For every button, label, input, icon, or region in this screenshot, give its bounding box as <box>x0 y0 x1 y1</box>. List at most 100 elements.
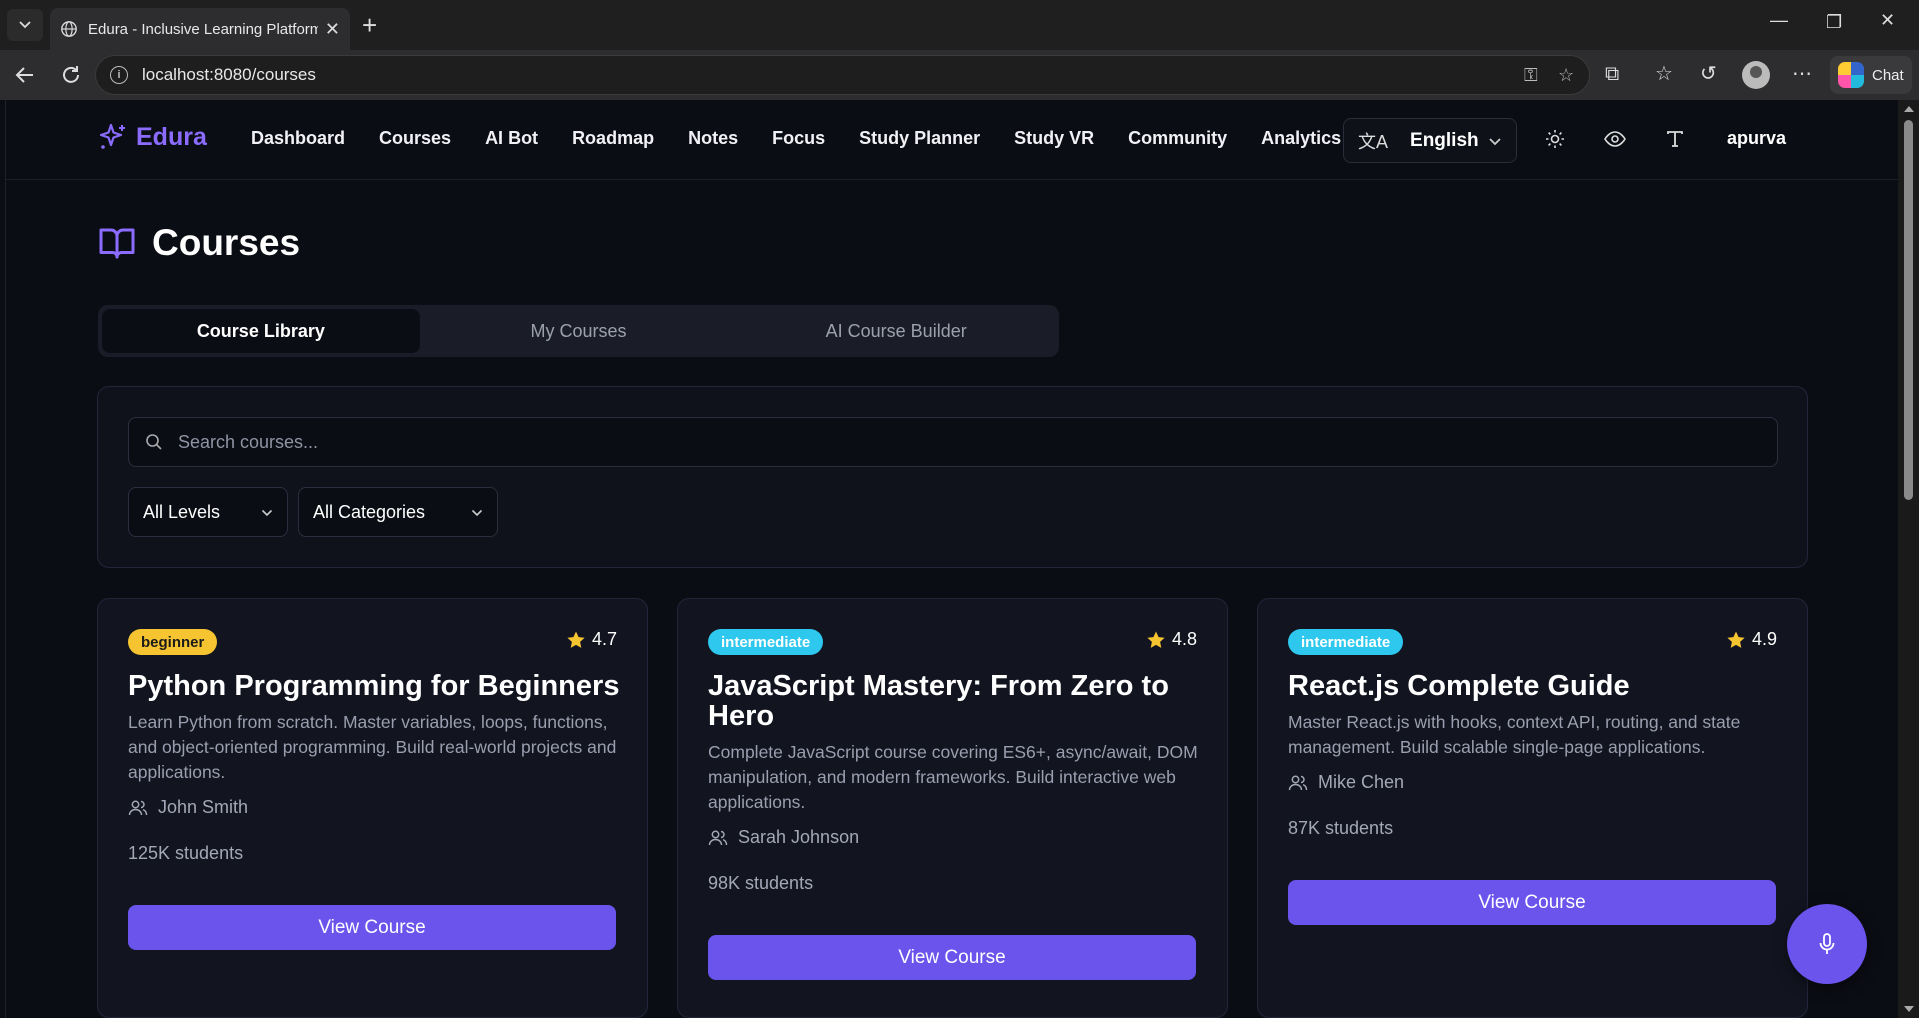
course-title: React.js Complete Guide <box>1288 670 1630 702</box>
scroll-up-arrow-icon[interactable] <box>1904 106 1914 112</box>
chevron-down-icon <box>261 505 273 520</box>
level-filter-select[interactable]: All Levels <box>128 487 288 537</box>
nav-courses[interactable]: Courses <box>379 128 451 149</box>
language-label: English <box>1410 129 1479 151</box>
favorites-icon[interactable]: ☆ <box>1655 62 1673 86</box>
globe-icon <box>61 21 77 37</box>
view-course-button[interactable]: View Course <box>708 935 1196 980</box>
copilot-icon <box>1838 62 1864 88</box>
level-badge: intermediate <box>1288 629 1404 655</box>
tab-title: Edura - Inclusive Learning Platform <box>88 20 318 38</box>
logo[interactable]: Edura <box>98 122 207 152</box>
nav-notes[interactable]: Notes <box>688 128 738 149</box>
student-count: 98K students <box>708 873 814 893</box>
course-instructor: John Smith <box>128 797 248 818</box>
users-icon <box>1288 775 1308 790</box>
scroll-down-arrow-icon[interactable] <box>1904 1006 1914 1012</box>
book-open-icon <box>99 228 135 259</box>
search-input[interactable] <box>178 431 1678 453</box>
search-box[interactable] <box>128 417 1778 467</box>
star-icon <box>1727 631 1745 648</box>
course-rating: 4.9 <box>1726 629 1777 650</box>
category-filter-select[interactable]: All Categories <box>298 487 498 537</box>
scrollbar-thumb[interactable] <box>1904 120 1913 500</box>
user-menu[interactable]: apurva <box>1727 128 1786 149</box>
course-rating: 4.8 <box>1146 629 1197 650</box>
instructor-name: John Smith <box>158 797 249 817</box>
student-count: 125K students <box>128 843 244 863</box>
star-icon <box>567 631 585 648</box>
tab-actions-chevron-down-icon[interactable] <box>7 9 43 41</box>
level-badge: intermediate <box>708 629 824 655</box>
nav-focus[interactable]: Focus <box>772 128 825 149</box>
users-icon <box>128 800 148 815</box>
copilot-chat-button[interactable]: Chat <box>1830 56 1912 94</box>
type-icon[interactable] <box>1662 126 1688 152</box>
instructor-name: Mike Chen <box>1318 772 1405 792</box>
view-course-button[interactable]: View Course <box>128 905 616 950</box>
sparkles-icon <box>99 123 125 149</box>
rating-value: 4.9 <box>1751 629 1777 649</box>
course-title: Python Programming for Beginners <box>128 670 620 702</box>
course-card: beginner 4.7 Python Programming for Begi… <box>97 598 648 1018</box>
filter-panel: All Levels All Categories <box>97 386 1808 568</box>
course-rating: 4.7 <box>566 629 617 650</box>
eye-icon[interactable] <box>1602 126 1628 152</box>
course-instructor: Sarah Johnson <box>708 827 859 848</box>
sun-icon[interactable] <box>1542 126 1568 152</box>
course-title: JavaScript Mastery: From Zero to Hero <box>708 670 1169 732</box>
rating-value: 4.7 <box>591 629 617 649</box>
level-badge: beginner <box>128 629 218 655</box>
nav-study-planner[interactable]: Study Planner <box>859 128 980 149</box>
star-outline-icon[interactable]: ☆ <box>1558 65 1574 86</box>
category-filter-value: All Categories <box>313 501 426 522</box>
profile-icon[interactable] <box>1742 61 1770 89</box>
history-icon[interactable]: ↺ <box>1700 62 1717 86</box>
voice-assistant-button[interactable] <box>1787 904 1867 984</box>
mic-icon <box>1819 933 1835 954</box>
course-description: Learn Python from scratch. Master variab… <box>128 712 617 782</box>
course-description: Complete JavaScript course covering ES6+… <box>708 742 1198 812</box>
nav-roadmap[interactable]: Roadmap <box>572 128 654 149</box>
address-bar[interactable]: i localhost:8080/courses ⚿ ☆ <box>95 55 1590 95</box>
page-heading: Courses <box>152 222 301 263</box>
minimize-icon[interactable]: — <box>1770 10 1788 31</box>
student-count: 87K students <box>1288 818 1394 838</box>
nav-study-vr[interactable]: Study VR <box>1014 128 1094 149</box>
browser-tab[interactable]: Edura - Inclusive Learning Platform ✕ <box>50 8 350 50</box>
info-icon[interactable]: i <box>110 66 128 84</box>
tab-course-library[interactable]: Course Library <box>102 309 420 353</box>
back-icon[interactable] <box>14 64 36 86</box>
tab-my-courses[interactable]: My Courses <box>420 309 738 353</box>
search-icon <box>146 434 162 450</box>
close-tab-icon[interactable]: ✕ <box>325 19 340 40</box>
instructor-name: Sarah Johnson <box>738 827 860 847</box>
users-icon <box>708 830 728 845</box>
key-icon[interactable]: ⚿ <box>1524 65 1538 86</box>
language-select[interactable]: 文A English <box>1343 118 1517 163</box>
browser-tab-strip: Edura - Inclusive Learning Platform ✕ + … <box>0 0 1919 50</box>
rating-value: 4.8 <box>1171 629 1197 649</box>
new-tab-plus-icon[interactable]: + <box>362 12 377 38</box>
nav-analytics[interactable]: Analytics <box>1261 128 1341 149</box>
view-course-button[interactable]: View Course <box>1288 880 1776 925</box>
restore-icon[interactable]: ❐ <box>1826 12 1842 33</box>
nav-ai-bot[interactable]: AI Bot <box>485 128 538 149</box>
window-close-icon[interactable]: ✕ <box>1880 10 1895 31</box>
main-nav: Dashboard Courses AI Bot Roadmap Notes F… <box>251 128 1375 149</box>
reload-icon[interactable] <box>60 64 82 86</box>
page-viewport: Edura Dashboard Courses AI Bot Roadmap N… <box>5 100 1898 1018</box>
course-instructor: Mike Chen <box>1288 772 1404 793</box>
extensions-icon[interactable]: ⧉ <box>1605 62 1619 86</box>
logo-text: Edura <box>136 122 207 151</box>
course-description: Master React.js with hooks, context API,… <box>1288 712 1741 757</box>
app-header: Edura Dashboard Courses AI Bot Roadmap N… <box>6 100 1898 180</box>
more-icon[interactable]: ⋯ <box>1792 62 1812 86</box>
url-text[interactable]: localhost:8080/courses <box>142 65 316 85</box>
tab-ai-course-builder[interactable]: AI Course Builder <box>737 309 1055 353</box>
page-scrollbar[interactable] <box>1898 100 1919 1018</box>
course-card: intermediate 4.8 JavaScript Mastery: Fro… <box>677 598 1228 1018</box>
chevron-down-icon <box>471 505 483 520</box>
nav-dashboard[interactable]: Dashboard <box>251 128 345 149</box>
nav-community[interactable]: Community <box>1128 128 1227 149</box>
